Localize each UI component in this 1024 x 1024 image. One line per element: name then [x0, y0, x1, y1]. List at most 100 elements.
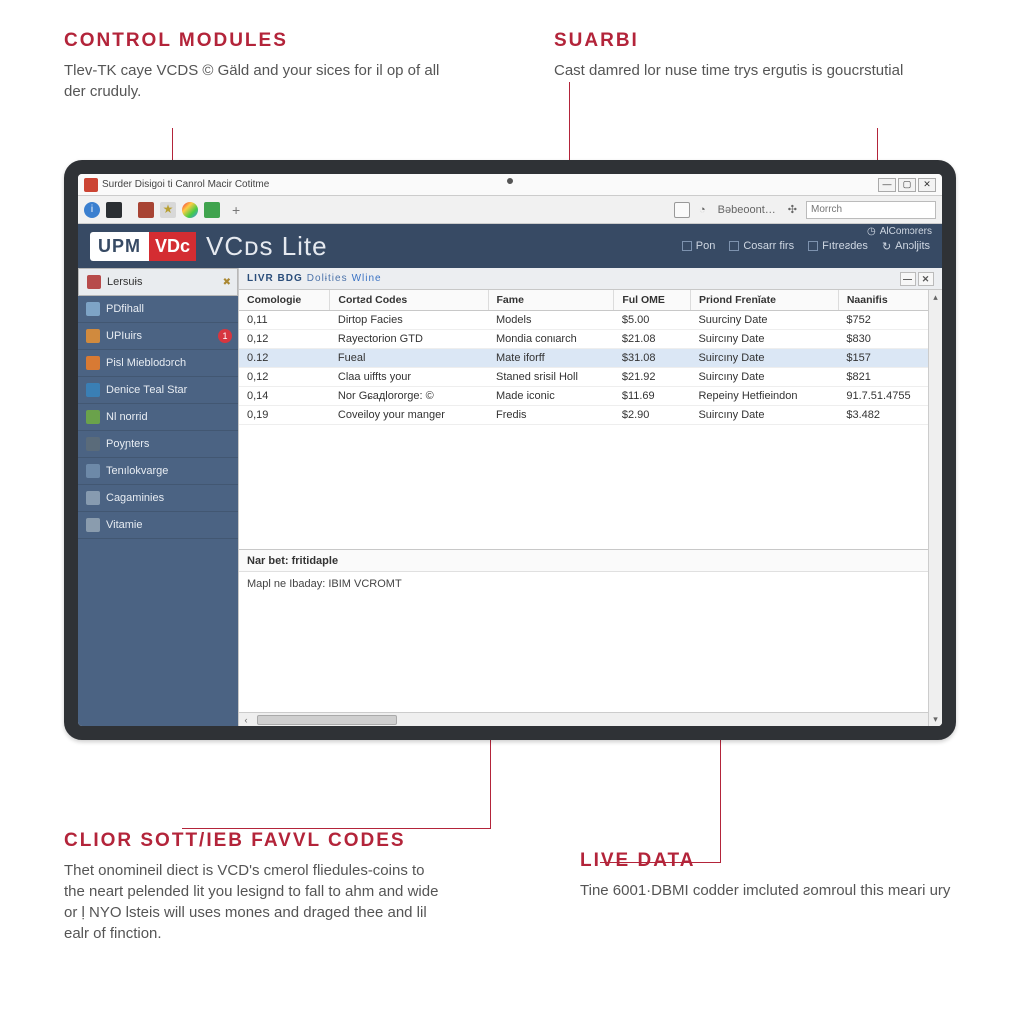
sidebar-item-0[interactable]: Lersuɨs✖ [78, 268, 238, 296]
window-maximize-button[interactable]: ▢ [898, 178, 916, 192]
chrome-icon[interactable] [182, 202, 198, 218]
table-cell: 0,12 [239, 330, 330, 349]
callout-control-modules: CONTROL MODULES Tlev-TK caye VCDS © Gäld… [64, 30, 444, 102]
sidebar-item-6[interactable]: Poyɲters [78, 431, 238, 458]
sidebar-item-8[interactable]: Cagaminies [78, 485, 238, 512]
window-close-button[interactable]: ✕ [918, 178, 936, 192]
user-icon: ◷ [867, 226, 876, 237]
vertical-scrollbar[interactable]: ▴ ▾ [928, 290, 942, 726]
table-cell: $31.08 [614, 349, 691, 368]
table-row[interactable]: 0.12FuealMate iforff$31.08Suircıny Date$… [239, 349, 942, 368]
sidebar: Lersuɨs✖PDfihallUPIuirs1Рisl Mieblodɔrch… [78, 268, 238, 726]
sidebar-item-9[interactable]: Vitamie [78, 512, 238, 539]
panel-header-thin: Dolɨties [307, 273, 348, 284]
new-tab-button[interactable]: + [226, 202, 246, 218]
brand-bar: UPM VDс VCᴅѕ Lite Pon Cosarr firs Fıtreƨ… [78, 224, 942, 268]
callout-fawl-codes: CLIOR SOTТ/IЕB FAVVL CODES Thet onominei… [64, 830, 444, 944]
scroll-down-arrow[interactable]: ▾ [929, 712, 942, 726]
scroll-up-arrow[interactable]: ▴ [929, 290, 942, 304]
sidebar-item-icon [86, 302, 100, 316]
sidebar-item-7[interactable]: Tenılokvarge [78, 458, 238, 485]
lower-panel-header: Nar bet: fritidaple [239, 550, 942, 572]
sidebar-item-icon [86, 329, 100, 343]
callout-body: Thet onomineil diect is VCD's сmerol fli… [64, 860, 444, 944]
table-cell: 0,19 [239, 406, 330, 425]
app-logo: UPM VDс VCᴅѕ Lite [90, 231, 328, 262]
column-header[interactable]: Fame [488, 290, 614, 311]
table-row[interactable]: 0,11Dirtop FaciesModels$5.00Suurciny Dat… [239, 311, 942, 330]
panel-header-link[interactable]: Wline [352, 273, 382, 284]
leader-line [600, 862, 721, 863]
table-row[interactable]: 0,14Nor Gɕaдlororge: ©Made іconic$11.69R… [239, 387, 942, 406]
sidebar-item-4[interactable]: Denice Теal Star [78, 377, 238, 404]
star-icon[interactable]: ★ [160, 202, 176, 218]
account-link[interactable]: ◷ AlComɔrers [867, 226, 932, 237]
brand-link-pon[interactable]: Pon [682, 240, 716, 252]
page-icon[interactable] [674, 202, 690, 218]
table-row[interactable]: 0,12Claa uiffts yourStaned srisil Holl$2… [239, 368, 942, 387]
column-header[interactable]: Comologie [239, 290, 330, 311]
brand-link-fitresdes[interactable]: Fıtreƨdes [808, 240, 868, 252]
horizontal-scrollbar[interactable]: ‹ › [239, 712, 942, 726]
toolbar: i ★ + ◔ Вəbeoont… ✣ [78, 196, 942, 224]
panel-minimize-button[interactable]: — [900, 272, 916, 286]
column-header[interactable]: Naanifis [838, 290, 941, 311]
share-icon[interactable]: ✣ [785, 203, 800, 216]
sidebar-item-icon [86, 383, 100, 397]
info-icon[interactable]: i [84, 202, 100, 218]
table-row[interactable]: 0,19Coveiloy your mangerFredis$2.90Suirc… [239, 406, 942, 425]
window-title: Surder Disigoi ti Canrol Macir Cotitme [102, 179, 269, 190]
table-cell: Claa uiffts your [330, 368, 488, 387]
green-square-icon[interactable] [204, 202, 220, 218]
sidebar-item-3[interactable]: Рisl Mieblodɔrch [78, 350, 238, 377]
data-grid[interactable]: ComologieCortƨd CodesFameFul OMEPriond F… [239, 290, 942, 425]
column-header[interactable]: Ful OME [614, 290, 691, 311]
callout-body: Tine 6001·DBMI codder imcluted ƨomroul t… [580, 880, 950, 901]
address-label: Вəbeoont… [715, 204, 779, 216]
brand-link-anoljits[interactable]: ↻Anɔljits [882, 240, 930, 253]
sidebar-item-1[interactable]: PDfihall [78, 296, 238, 323]
table-cell: Coveiloy your manger [330, 406, 488, 425]
scroll-left-arrow[interactable]: ‹ [239, 715, 253, 725]
table-cell: $21.08 [614, 330, 691, 349]
brand-link-cosarr[interactable]: Cosarr firs [729, 240, 794, 252]
page-icon [682, 241, 692, 251]
panel-header: LIVR BDG Dolɨties Wline — ✕ [239, 268, 942, 290]
sidebar-item-icon [86, 491, 100, 505]
dark-square-icon[interactable] [106, 202, 122, 218]
table-cell: Staned srisil Holl [488, 368, 614, 387]
panel-header-bold: LIVR BDG [247, 273, 303, 284]
column-header[interactable]: Cortƨd Codes [330, 290, 488, 311]
callout-suarbi: SUАRBІ Cast damred lor nuse time trys er… [554, 30, 903, 81]
leader-line [182, 828, 491, 829]
scroll-thumb[interactable] [257, 715, 397, 725]
sidebar-item-icon [86, 464, 100, 478]
sidebar-item-5[interactable]: Nl norrid [78, 404, 238, 431]
table-cell: $157 [838, 349, 941, 368]
column-header[interactable]: Priond Frenǐate [690, 290, 838, 311]
panel-close-button[interactable]: ✕ [918, 272, 934, 286]
table-cell: Suircıny Date [690, 349, 838, 368]
app-icon [84, 178, 98, 192]
monitor-frame: Surder Disigoi ti Canrol Macir Cotitme —… [64, 160, 956, 740]
table-row[interactable]: 0,12Rayectorion GTDMondia conιarch$21.08… [239, 330, 942, 349]
sidebar-item-label: Cagaminies [106, 492, 164, 504]
table-cell: Fredis [488, 406, 614, 425]
table-cell: 0,12 [239, 368, 330, 387]
table-cell: Suircıny Date [690, 330, 838, 349]
table-cell: $821 [838, 368, 941, 387]
search-input[interactable] [806, 201, 936, 219]
red-square-icon[interactable] [138, 202, 154, 218]
sidebar-item-icon [86, 437, 100, 451]
sidebar-item-2[interactable]: UPIuirs1 [78, 323, 238, 350]
table-cell: $752 [838, 311, 941, 330]
table-cell: 0,11 [239, 311, 330, 330]
window-minimize-button[interactable]: — [878, 178, 896, 192]
lower-panel-body: Mapl ne Ibaday: IBIM VCROMT [239, 572, 942, 712]
grid-icon [808, 241, 818, 251]
table-cell: Made іconic [488, 387, 614, 406]
table-cell: Repeiny Нetfieindon [690, 387, 838, 406]
close-icon[interactable]: ✖ [223, 277, 231, 288]
lower-panel-text: Mapl ne Ibaday: IBIM VCROMT [247, 578, 402, 590]
table-cell: Fueal [330, 349, 488, 368]
